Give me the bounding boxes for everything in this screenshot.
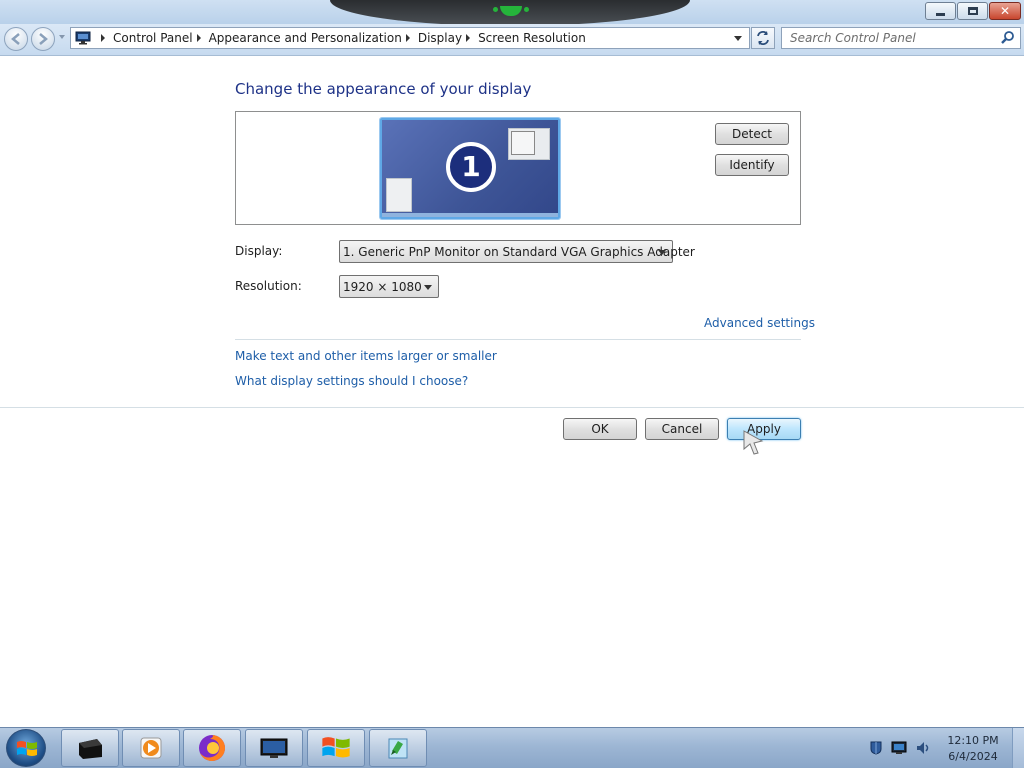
taskbar-terminal[interactable] [61, 729, 119, 767]
desktop-preview-window-icon [386, 178, 412, 212]
breadcrumb-separator-icon[interactable] [466, 34, 471, 42]
resolution-select[interactable]: 1920 × 1080 [339, 275, 439, 298]
minimize-button[interactable] [925, 2, 956, 20]
media-player-icon [140, 737, 162, 759]
breadcrumb-separator-icon [101, 34, 105, 42]
terminal-icon [79, 739, 102, 759]
system-clock[interactable]: 12:10 PM 6/4/2024 [940, 733, 1006, 765]
control-panel-icon [75, 31, 91, 45]
chevron-down-icon [424, 285, 432, 290]
desktop-preview-taskbar [382, 213, 558, 217]
forward-arrow-icon [39, 33, 48, 45]
search-input[interactable] [782, 28, 997, 48]
taskbar-notepad[interactable] [369, 729, 427, 767]
monitor-number-badge: 1 [446, 142, 496, 192]
ok-button[interactable]: OK [563, 418, 637, 440]
monitor-1-thumbnail[interactable]: 1 [380, 118, 560, 219]
refresh-icon [757, 31, 769, 45]
back-arrow-icon [11, 33, 20, 45]
taskbar-display-settings[interactable] [245, 729, 303, 767]
maximize-button[interactable] [957, 2, 988, 20]
start-button[interactable] [6, 729, 46, 767]
divider [0, 407, 1024, 408]
screen-resolution-page: Change the appearance of your display 1 … [0, 57, 1024, 727]
action-center-icon[interactable] [868, 741, 884, 755]
maximize-icon [967, 7, 978, 15]
display-label: Display: [235, 244, 283, 258]
chevron-down-icon [734, 35, 742, 41]
breadcrumb-screen-resolution[interactable]: Screen Resolution [478, 31, 586, 45]
breadcrumb-separator-icon[interactable] [405, 34, 410, 42]
search-box[interactable] [781, 27, 1021, 49]
divider [235, 339, 801, 340]
refresh-button[interactable] [751, 27, 775, 49]
taskbar-windows-explorer[interactable] [307, 729, 365, 767]
firefox-icon [199, 735, 225, 761]
windows-explorer-icon [322, 737, 350, 758]
taskbar-media-player[interactable] [122, 729, 180, 767]
apply-button[interactable]: Apply [727, 418, 801, 440]
breadcrumb-separator-icon[interactable] [196, 34, 201, 42]
cancel-button[interactable]: Cancel [645, 418, 719, 440]
close-icon: ✕ [999, 4, 1011, 18]
close-button[interactable]: ✕ [989, 2, 1021, 20]
recent-pages-dropdown[interactable] [59, 35, 65, 39]
display-help-link[interactable]: What display settings should I choose? [235, 374, 468, 388]
desktop-preview-window-icon [508, 128, 550, 160]
show-desktop-button[interactable] [1012, 728, 1024, 768]
breadcrumb: Control Panel Appearance and Personaliza… [97, 28, 586, 48]
page-title: Change the appearance of your display [235, 80, 532, 98]
taskbar-firefox[interactable] [183, 729, 241, 767]
clock-date: 6/4/2024 [948, 750, 998, 763]
breadcrumb-control-panel[interactable]: Control Panel [113, 31, 193, 45]
network-icon[interactable] [891, 741, 907, 755]
back-button[interactable] [4, 27, 28, 51]
monitor-arrangement-panel: 1 Detect Identify [235, 111, 801, 225]
taskbar: 12:10 PM 6/4/2024 [0, 727, 1024, 768]
minimize-icon [936, 12, 945, 16]
address-history-dropdown[interactable] [729, 29, 747, 47]
forward-button[interactable] [31, 27, 55, 51]
detect-button[interactable]: Detect [715, 123, 789, 145]
text-size-link[interactable]: Make text and other items larger or smal… [235, 349, 497, 363]
volume-icon[interactable] [915, 741, 931, 755]
windows-logo-icon [17, 741, 37, 756]
search-icon[interactable] [1000, 30, 1016, 46]
advanced-settings-link[interactable]: Advanced settings [704, 316, 815, 330]
status-led-icon [493, 6, 529, 16]
chevron-down-icon [658, 250, 666, 255]
clock-time: 12:10 PM [947, 734, 999, 747]
resolution-label: Resolution: [235, 279, 302, 293]
resolution-select-value: 1920 × 1080 [343, 279, 422, 294]
display-select[interactable]: 1. Generic PnP Monitor on Standard VGA G… [339, 240, 695, 263]
address-bar[interactable]: Control Panel Appearance and Personaliza… [70, 27, 750, 49]
breadcrumb-appearance[interactable]: Appearance and Personalization [209, 31, 402, 45]
identify-button[interactable]: Identify [715, 154, 789, 176]
display-settings-icon [260, 738, 288, 758]
breadcrumb-display[interactable]: Display [418, 31, 462, 45]
display-select-value: 1. Generic PnP Monitor on Standard VGA G… [343, 244, 695, 259]
notepad-icon [388, 738, 408, 759]
